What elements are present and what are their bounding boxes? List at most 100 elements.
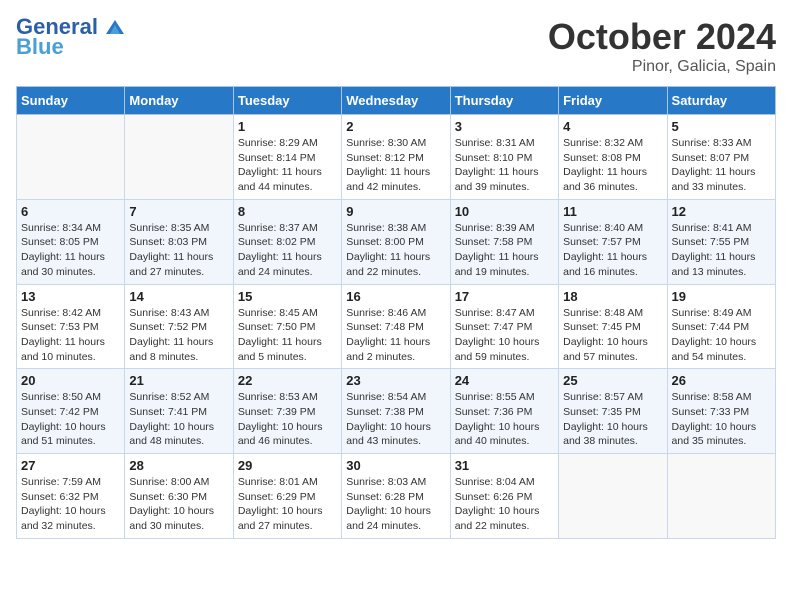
day-number: 9 [346, 204, 445, 219]
day-number: 12 [672, 204, 771, 219]
calendar-cell: 16 Sunrise: 8:46 AMSunset: 7:48 PMDayligh… [342, 284, 450, 369]
weekday-header-saturday: Saturday [667, 87, 775, 115]
header: General Blue October 2024 Pinor, Galicia… [16, 16, 776, 76]
day-info: Sunrise: 8:47 AMSunset: 7:47 PMDaylight:… [455, 306, 554, 365]
calendar-cell [667, 454, 775, 539]
day-number: 14 [129, 289, 228, 304]
calendar-cell: 21 Sunrise: 8:52 AMSunset: 7:41 PMDayligh… [125, 369, 233, 454]
calendar-cell: 19Sunrise: 8:49 AMSunset: 7:44 PMDayligh… [667, 284, 775, 369]
calendar-cell: 11 Sunrise: 8:40 AMSunset: 7:57 PMDayligh… [559, 199, 667, 284]
day-info: Sunrise: 8:31 AMSunset: 8:10 PMDaylight:… [455, 136, 554, 195]
calendar-cell: 27 Sunrise: 7:59 AMSunset: 6:32 PMDayligh… [17, 454, 125, 539]
day-number: 3 [455, 119, 554, 134]
calendar-cell: 24 Sunrise: 8:55 AMSunset: 7:36 PMDayligh… [450, 369, 558, 454]
calendar-cell: 26 Sunrise: 8:58 AMSunset: 7:33 PMDayligh… [667, 369, 775, 454]
day-info: Sunrise: 8:46 AMSunset: 7:48 PMDaylight:… [346, 306, 445, 365]
day-info: Sunrise: 8:01 AMSunset: 6:29 PMDaylight:… [238, 475, 337, 534]
day-info: Sunrise: 8:35 AMSunset: 8:03 PMDaylight:… [129, 221, 228, 280]
day-info: Sunrise: 8:04 AMSunset: 6:26 PMDaylight:… [455, 475, 554, 534]
day-info: Sunrise: 8:39 AMSunset: 7:58 PMDaylight:… [455, 221, 554, 280]
day-info: Sunrise: 8:41 AMSunset: 7:55 PMDaylight:… [672, 221, 771, 280]
day-number: 28 [129, 458, 228, 473]
logo: General Blue [16, 16, 124, 60]
day-number: 10 [455, 204, 554, 219]
calendar-cell: 2 Sunrise: 8:30 AMSunset: 8:12 PMDaylight… [342, 115, 450, 200]
calendar-cell [125, 115, 233, 200]
day-info: Sunrise: 8:42 AMSunset: 7:53 PMDaylight:… [21, 306, 120, 365]
calendar-cell: 14 Sunrise: 8:43 AMSunset: 7:52 PMDayligh… [125, 284, 233, 369]
day-number: 16 [346, 289, 445, 304]
day-info: Sunrise: 8:32 AMSunset: 8:08 PMDaylight:… [563, 136, 662, 195]
day-number: 27 [21, 458, 120, 473]
day-info: Sunrise: 8:03 AMSunset: 6:28 PMDaylight:… [346, 475, 445, 534]
day-info: Sunrise: 8:52 AMSunset: 7:41 PMDaylight:… [129, 390, 228, 449]
calendar-cell: 15 Sunrise: 8:45 AMSunset: 7:50 PMDayligh… [233, 284, 341, 369]
day-info: Sunrise: 8:30 AMSunset: 8:12 PMDaylight:… [346, 136, 445, 195]
day-number: 24 [455, 373, 554, 388]
weekday-header-thursday: Thursday [450, 87, 558, 115]
calendar-cell: 18 Sunrise: 8:48 AMSunset: 7:45 PMDayligh… [559, 284, 667, 369]
month-title: October 2024 [548, 16, 776, 58]
day-info: Sunrise: 8:37 AMSunset: 8:02 PMDaylight:… [238, 221, 337, 280]
day-info: Sunrise: 7:59 AMSunset: 6:32 PMDaylight:… [21, 475, 120, 534]
weekday-header-monday: Monday [125, 87, 233, 115]
day-info: Sunrise: 8:00 AMSunset: 6:30 PMDaylight:… [129, 475, 228, 534]
calendar-cell: 7 Sunrise: 8:35 AMSunset: 8:03 PMDaylight… [125, 199, 233, 284]
day-number: 11 [563, 204, 662, 219]
day-number: 5 [672, 119, 771, 134]
calendar-cell: 9 Sunrise: 8:38 AMSunset: 8:00 PMDaylight… [342, 199, 450, 284]
day-info: Sunrise: 8:29 AMSunset: 8:14 PMDaylight:… [238, 136, 337, 195]
calendar-cell: 22Sunrise: 8:53 AMSunset: 7:39 PMDayligh… [233, 369, 341, 454]
calendar-cell: 25 Sunrise: 8:57 AMSunset: 7:35 PMDayligh… [559, 369, 667, 454]
day-info: Sunrise: 8:45 AMSunset: 7:50 PMDaylight:… [238, 306, 337, 365]
calendar-cell: 30 Sunrise: 8:03 AMSunset: 6:28 PMDayligh… [342, 454, 450, 539]
day-number: 20 [21, 373, 120, 388]
calendar-cell: 20Sunrise: 8:50 AMSunset: 7:42 PMDayligh… [17, 369, 125, 454]
calendar-cell: 6Sunrise: 8:34 AMSunset: 8:05 PMDaylight… [17, 199, 125, 284]
day-number: 29 [238, 458, 337, 473]
day-number: 4 [563, 119, 662, 134]
day-info: Sunrise: 8:40 AMSunset: 7:57 PMDaylight:… [563, 221, 662, 280]
calendar-cell: 29 Sunrise: 8:01 AMSunset: 6:29 PMDayligh… [233, 454, 341, 539]
calendar-cell: 8 Sunrise: 8:37 AMSunset: 8:02 PMDaylight… [233, 199, 341, 284]
day-number: 1 [238, 119, 337, 134]
day-info: Sunrise: 8:43 AMSunset: 7:52 PMDaylight:… [129, 306, 228, 365]
day-info: Sunrise: 8:33 AMSunset: 8:07 PMDaylight:… [672, 136, 771, 195]
location-title: Pinor, Galicia, Spain [548, 58, 776, 76]
day-info: Sunrise: 8:48 AMSunset: 7:45 PMDaylight:… [563, 306, 662, 365]
day-number: 30 [346, 458, 445, 473]
calendar-cell: 3 Sunrise: 8:31 AMSunset: 8:10 PMDaylight… [450, 115, 558, 200]
day-number: 2 [346, 119, 445, 134]
day-number: 15 [238, 289, 337, 304]
day-number: 23 [346, 373, 445, 388]
calendar-cell: 5 Sunrise: 8:33 AMSunset: 8:07 PMDaylight… [667, 115, 775, 200]
day-number: 21 [129, 373, 228, 388]
calendar-cell: 28 Sunrise: 8:00 AMSunset: 6:30 PMDayligh… [125, 454, 233, 539]
day-number: 26 [672, 373, 771, 388]
day-info: Sunrise: 8:34 AMSunset: 8:05 PMDaylight:… [21, 221, 120, 280]
calendar-cell: 1 Sunrise: 8:29 AMSunset: 8:14 PMDaylight… [233, 115, 341, 200]
calendar-cell: 10 Sunrise: 8:39 AMSunset: 7:58 PMDayligh… [450, 199, 558, 284]
calendar-table: SundayMondayTuesdayWednesdayThursdayFrid… [16, 86, 776, 539]
day-info: Sunrise: 8:58 AMSunset: 7:33 PMDaylight:… [672, 390, 771, 449]
title-area: October 2024 Pinor, Galicia, Spain [548, 16, 776, 76]
day-info: Sunrise: 8:38 AMSunset: 8:00 PMDaylight:… [346, 221, 445, 280]
day-number: 31 [455, 458, 554, 473]
day-number: 25 [563, 373, 662, 388]
day-info: Sunrise: 8:57 AMSunset: 7:35 PMDaylight:… [563, 390, 662, 449]
calendar-cell: 23 Sunrise: 8:54 AMSunset: 7:38 PMDayligh… [342, 369, 450, 454]
day-number: 19 [672, 289, 771, 304]
calendar-cell: 4 Sunrise: 8:32 AMSunset: 8:08 PMDaylight… [559, 115, 667, 200]
day-number: 18 [563, 289, 662, 304]
calendar-cell [17, 115, 125, 200]
day-info: Sunrise: 8:54 AMSunset: 7:38 PMDaylight:… [346, 390, 445, 449]
day-number: 7 [129, 204, 228, 219]
weekday-header-sunday: Sunday [17, 87, 125, 115]
day-number: 13 [21, 289, 120, 304]
day-number: 8 [238, 204, 337, 219]
calendar-cell: 12 Sunrise: 8:41 AMSunset: 7:55 PMDayligh… [667, 199, 775, 284]
calendar-cell: 13 Sunrise: 8:42 AMSunset: 7:53 PMDayligh… [17, 284, 125, 369]
weekday-header-wednesday: Wednesday [342, 87, 450, 115]
day-info: Sunrise: 8:55 AMSunset: 7:36 PMDaylight:… [455, 390, 554, 449]
weekday-header-tuesday: Tuesday [233, 87, 341, 115]
